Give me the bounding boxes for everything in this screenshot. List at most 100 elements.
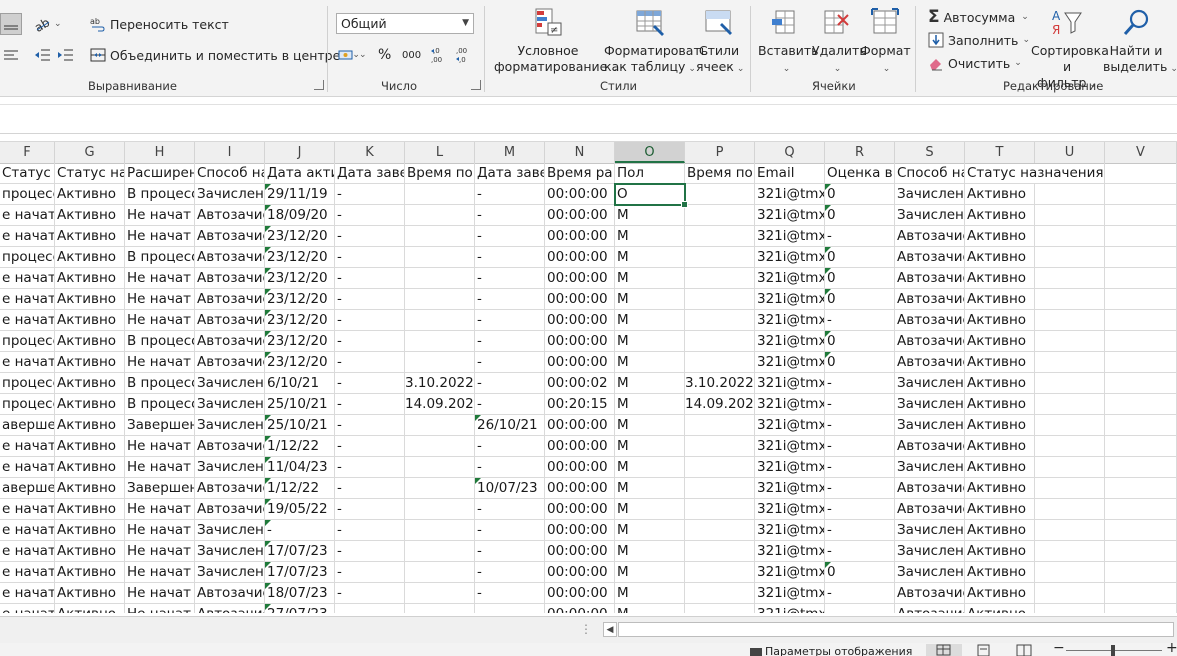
cell[interactable] bbox=[1035, 205, 1105, 226]
cell[interactable]: е начат bbox=[0, 226, 55, 247]
cell[interactable]: Не начат bbox=[125, 604, 195, 613]
cell[interactable] bbox=[1035, 247, 1105, 268]
header-cell[interactable]: Время по bbox=[405, 163, 475, 184]
cell[interactable] bbox=[685, 268, 755, 289]
cell[interactable] bbox=[1035, 226, 1105, 247]
cell[interactable]: Не начат bbox=[125, 583, 195, 604]
cell[interactable]: 321i@tmx bbox=[755, 310, 825, 331]
cell[interactable]: В процесс bbox=[125, 184, 195, 205]
cell[interactable]: Не начат bbox=[125, 310, 195, 331]
cell[interactable]: - bbox=[475, 268, 545, 289]
cell[interactable] bbox=[1105, 415, 1177, 436]
cell[interactable] bbox=[685, 520, 755, 541]
cell[interactable]: - bbox=[475, 331, 545, 352]
cell[interactable] bbox=[685, 184, 755, 205]
column-header-t[interactable]: T bbox=[965, 142, 1035, 163]
cell[interactable]: Активно bbox=[965, 184, 1035, 205]
cell[interactable]: 00:00:00 bbox=[545, 247, 615, 268]
cell[interactable]: Не начат bbox=[125, 205, 195, 226]
cell[interactable]: 23/12/20 bbox=[265, 352, 335, 373]
cell[interactable] bbox=[405, 352, 475, 373]
cell[interactable]: 00:00:00 bbox=[545, 478, 615, 499]
cell[interactable] bbox=[405, 289, 475, 310]
cell[interactable]: Активно bbox=[965, 478, 1035, 499]
display-settings-button[interactable]: Параметры отображения bbox=[750, 643, 912, 656]
cell[interactable]: Зачислен bbox=[895, 415, 965, 436]
cell[interactable]: 00:00:00 bbox=[545, 562, 615, 583]
cell[interactable] bbox=[1105, 583, 1177, 604]
cell[interactable] bbox=[685, 310, 755, 331]
cell[interactable]: Автозачис bbox=[895, 583, 965, 604]
cell[interactable]: Не начат bbox=[125, 562, 195, 583]
cell[interactable]: 0 bbox=[825, 352, 895, 373]
cell[interactable]: В процесс bbox=[125, 394, 195, 415]
cell[interactable]: Зачислен bbox=[895, 457, 965, 478]
cell[interactable]: 0 bbox=[825, 289, 895, 310]
cell[interactable]: 14.09.2022 bbox=[685, 394, 755, 415]
cell[interactable]: Активно bbox=[55, 394, 125, 415]
cell[interactable]: Автозачис bbox=[895, 478, 965, 499]
cell[interactable]: Активно bbox=[965, 331, 1035, 352]
cell[interactable]: Автозачис bbox=[895, 289, 965, 310]
alignment-dialog-launcher-icon[interactable] bbox=[314, 80, 324, 90]
column-header-q[interactable]: Q bbox=[755, 142, 825, 163]
header-cell[interactable]: Время ра bbox=[545, 163, 615, 184]
column-header-v[interactable]: V bbox=[1105, 142, 1177, 163]
cell[interactable]: е начат bbox=[0, 457, 55, 478]
cell[interactable]: Автозачис bbox=[195, 583, 265, 604]
cell[interactable]: е начат bbox=[0, 541, 55, 562]
cell[interactable] bbox=[685, 457, 755, 478]
cell[interactable]: е начат bbox=[0, 268, 55, 289]
cell[interactable]: - bbox=[475, 520, 545, 541]
cell[interactable]: - bbox=[475, 205, 545, 226]
cell[interactable] bbox=[685, 436, 755, 457]
cell[interactable]: 00:00:00 bbox=[545, 415, 615, 436]
cell[interactable]: 25/10/21 bbox=[265, 394, 335, 415]
cell[interactable]: 321i@tmx bbox=[755, 583, 825, 604]
cell[interactable]: М bbox=[615, 373, 685, 394]
cell[interactable] bbox=[405, 520, 475, 541]
cell[interactable]: 00:00:00 bbox=[545, 457, 615, 478]
cell[interactable]: Зачислен bbox=[195, 373, 265, 394]
cell[interactable]: Завершен bbox=[125, 478, 195, 499]
cell[interactable]: 00:20:15 bbox=[545, 394, 615, 415]
cell[interactable]: 3.10.2022 bbox=[405, 373, 475, 394]
cell[interactable] bbox=[1105, 562, 1177, 583]
cell[interactable]: - bbox=[825, 499, 895, 520]
cell[interactable]: - bbox=[475, 583, 545, 604]
decrease-indent-button[interactable] bbox=[33, 47, 51, 63]
worksheet-grid[interactable]: Статус выСтатус наРасширенСпособ наДата … bbox=[0, 163, 1177, 613]
cell[interactable]: - bbox=[475, 247, 545, 268]
cell[interactable]: 00:00:00 bbox=[545, 268, 615, 289]
cell[interactable] bbox=[685, 541, 755, 562]
column-header-m[interactable]: M bbox=[475, 142, 545, 163]
cell[interactable] bbox=[685, 352, 755, 373]
cell[interactable] bbox=[405, 226, 475, 247]
cell[interactable] bbox=[1035, 289, 1105, 310]
format-cells-button[interactable]: Формат ⌄ bbox=[860, 7, 911, 77]
cell[interactable] bbox=[1035, 541, 1105, 562]
number-format-dropdown[interactable]: Общий ▼ bbox=[336, 13, 474, 34]
cell[interactable] bbox=[1105, 478, 1177, 499]
cell[interactable]: е начат bbox=[0, 562, 55, 583]
cell[interactable]: Активно bbox=[965, 520, 1035, 541]
cell[interactable]: - bbox=[335, 436, 405, 457]
cell[interactable]: 27/07/23 bbox=[265, 604, 335, 613]
cell[interactable]: - bbox=[825, 394, 895, 415]
cell[interactable]: Активно bbox=[965, 415, 1035, 436]
cell[interactable] bbox=[405, 184, 475, 205]
cell[interactable]: 18/07/23 bbox=[265, 583, 335, 604]
scroll-left-button[interactable]: ◀ bbox=[603, 622, 617, 637]
cell[interactable]: 321i@tmx bbox=[755, 541, 825, 562]
cell[interactable]: 00:00:00 bbox=[545, 184, 615, 205]
cell[interactable] bbox=[685, 499, 755, 520]
header-cell[interactable]: Дата заве bbox=[335, 163, 405, 184]
cell[interactable]: Автозачис bbox=[895, 352, 965, 373]
cell[interactable]: Зачислен bbox=[895, 373, 965, 394]
cell[interactable]: Завершен bbox=[125, 415, 195, 436]
column-header-p[interactable]: P bbox=[685, 142, 755, 163]
cell[interactable] bbox=[685, 331, 755, 352]
cell[interactable]: 321i@tmx bbox=[755, 457, 825, 478]
column-header-f[interactable]: F bbox=[0, 142, 55, 163]
cell[interactable]: - bbox=[475, 499, 545, 520]
